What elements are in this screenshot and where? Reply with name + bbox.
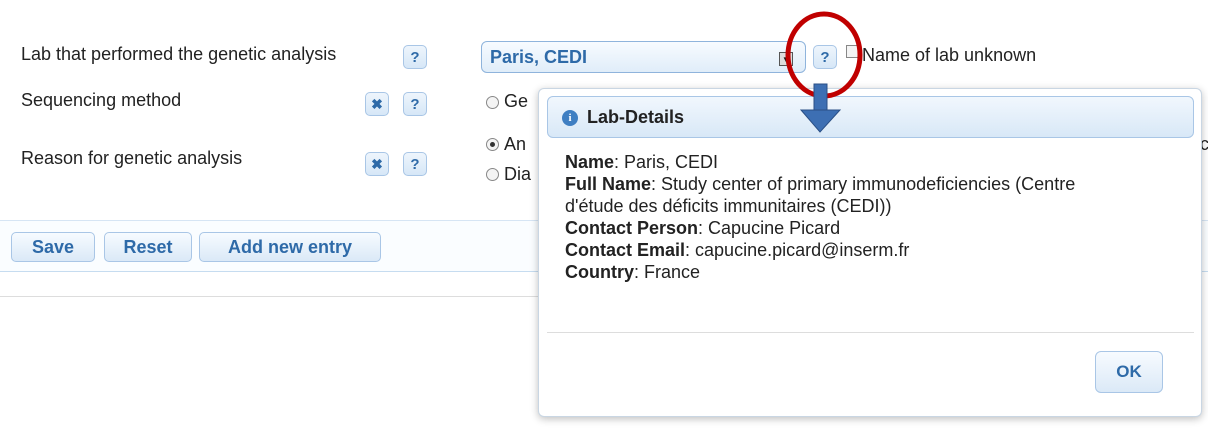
annotation-overlay — [785, 11, 863, 133]
